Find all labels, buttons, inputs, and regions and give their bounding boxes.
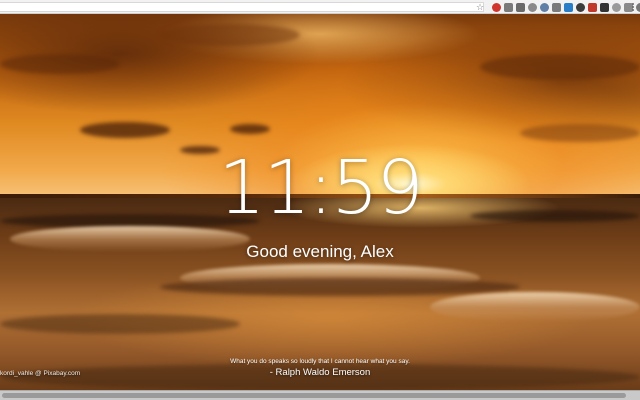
mail-extension-icon[interactable] [516, 2, 525, 12]
scrollbar-thumb[interactable] [2, 393, 626, 398]
clock-time: 11:59 [218, 145, 423, 231]
shield-extension-icon[interactable] [588, 2, 597, 12]
refresh-extension-icon[interactable] [540, 2, 549, 12]
gear-extension-icon[interactable] [552, 2, 561, 12]
quote-text[interactable]: What you do speaks so loudly that I cann… [0, 357, 640, 366]
extension-icons [492, 2, 640, 12]
browser-toolbar: ☆ [0, 0, 640, 14]
dark-extension-icon[interactable] [600, 2, 609, 12]
circle-extension-icon[interactable] [612, 2, 621, 12]
greeting-text: Good evening, Alex [246, 242, 394, 261]
blue-extension-icon[interactable] [564, 2, 573, 12]
panda-extension-icon[interactable] [576, 2, 585, 12]
opera-extension-icon[interactable] [492, 2, 501, 12]
more-vert-icon[interactable] [628, 0, 638, 14]
address-bar[interactable] [0, 2, 484, 12]
horizontal-scrollbar[interactable] [0, 390, 640, 400]
photo-credit[interactable]: kordi_vahle @ Pixabay.com [0, 369, 80, 378]
quote-author[interactable]: - Ralph Waldo Emerson [0, 367, 640, 379]
star-icon[interactable]: ☆ [476, 1, 484, 13]
mic-extension-icon[interactable] [528, 2, 537, 12]
camera-extension-icon[interactable] [504, 2, 513, 12]
browser-window: ☆ 11:59 Good evening, Alex What you do s… [0, 0, 640, 400]
